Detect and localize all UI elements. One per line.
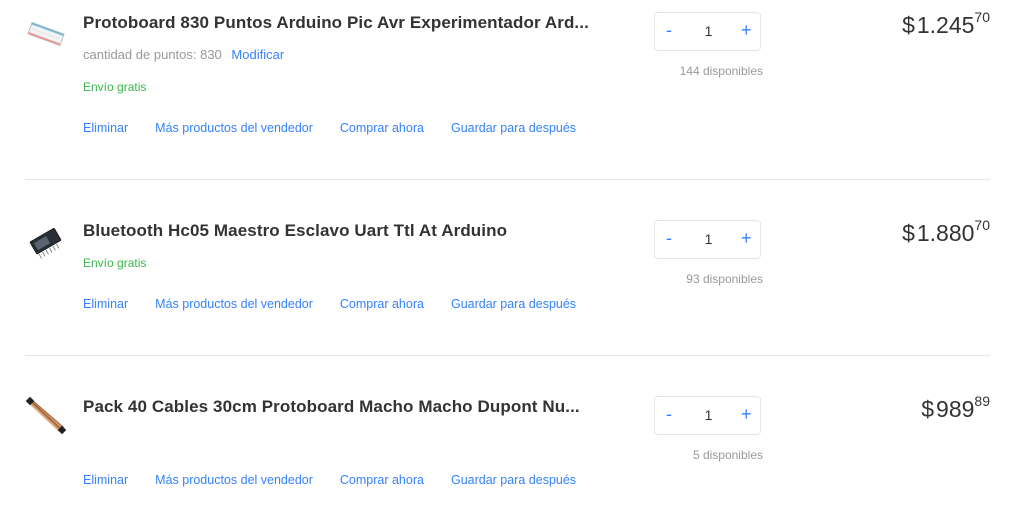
- save-for-later-link[interactable]: Guardar para después: [451, 121, 576, 135]
- price-currency: $: [902, 12, 915, 38]
- quantity-stepper: - 1 +: [654, 396, 761, 435]
- item-title[interactable]: Pack 40 Cables 30cm Protoboard Macho Mac…: [83, 397, 580, 417]
- price-integer: 989: [936, 396, 975, 422]
- item-title[interactable]: Bluetooth Hc05 Maestro Esclavo Uart Ttl …: [83, 221, 507, 241]
- protoboard-thumbnail[interactable]: [26, 14, 66, 54]
- buy-now-link[interactable]: Comprar ahora: [340, 297, 424, 311]
- increase-quantity-button[interactable]: +: [741, 228, 752, 249]
- item-price: $1.24570: [902, 9, 990, 39]
- price-cents: 89: [974, 393, 990, 409]
- item-price: $98989: [921, 393, 990, 423]
- stock-available: 5 disponibles: [692, 448, 763, 462]
- buy-now-link[interactable]: Comprar ahora: [340, 473, 424, 487]
- item-price: $1.88070: [902, 217, 990, 247]
- stock-available: 144 disponibles: [679, 64, 763, 78]
- price-currency: $: [921, 396, 935, 422]
- increase-quantity-button[interactable]: +: [741, 20, 752, 41]
- quantity-stepper: - 1 +: [654, 220, 761, 259]
- buy-now-link[interactable]: Comprar ahora: [340, 121, 424, 135]
- delete-link[interactable]: Eliminar: [83, 121, 128, 135]
- save-for-later-link[interactable]: Guardar para después: [451, 473, 576, 487]
- free-shipping-label: Envío gratis: [83, 80, 147, 94]
- price-integer: 1.245: [916, 12, 975, 38]
- item-divider: [25, 355, 990, 356]
- price-cents: 70: [974, 9, 990, 25]
- dupont-cables-thumbnail[interactable]: [26, 396, 66, 436]
- price-cents: 70: [974, 217, 990, 233]
- item-actions: Eliminar Más productos del vendedor Compra…: [83, 297, 603, 311]
- bluetooth-module-thumbnail[interactable]: [26, 222, 66, 262]
- quantity-stepper: - 1 +: [654, 12, 761, 51]
- item-title[interactable]: Protoboard 830 Puntos Arduino Pic Avr Ex…: [83, 13, 589, 33]
- more-seller-products-link[interactable]: Más productos del vendedor: [155, 473, 313, 487]
- variant-text: cantidad de puntos: 830: [83, 47, 222, 62]
- increase-quantity-button[interactable]: +: [741, 404, 752, 425]
- free-shipping-label: Envío gratis: [83, 256, 147, 270]
- more-seller-products-link[interactable]: Más productos del vendedor: [155, 297, 313, 311]
- more-seller-products-link[interactable]: Más productos del vendedor: [155, 121, 313, 135]
- delete-link[interactable]: Eliminar: [83, 297, 128, 311]
- item-actions: Eliminar Más productos del vendedor Compra…: [83, 121, 603, 135]
- stock-available: 93 disponibles: [686, 272, 763, 286]
- modify-variant-link[interactable]: Modificar: [231, 47, 284, 62]
- item-divider: [25, 179, 990, 180]
- price-integer: 1.880: [916, 220, 975, 246]
- price-currency: $: [902, 220, 915, 246]
- save-for-later-link[interactable]: Guardar para después: [451, 297, 576, 311]
- delete-link[interactable]: Eliminar: [83, 473, 128, 487]
- item-variant: cantidad de puntos: 830 Modificar: [83, 47, 284, 62]
- item-actions: Eliminar Más productos del vendedor Compra…: [83, 473, 603, 487]
